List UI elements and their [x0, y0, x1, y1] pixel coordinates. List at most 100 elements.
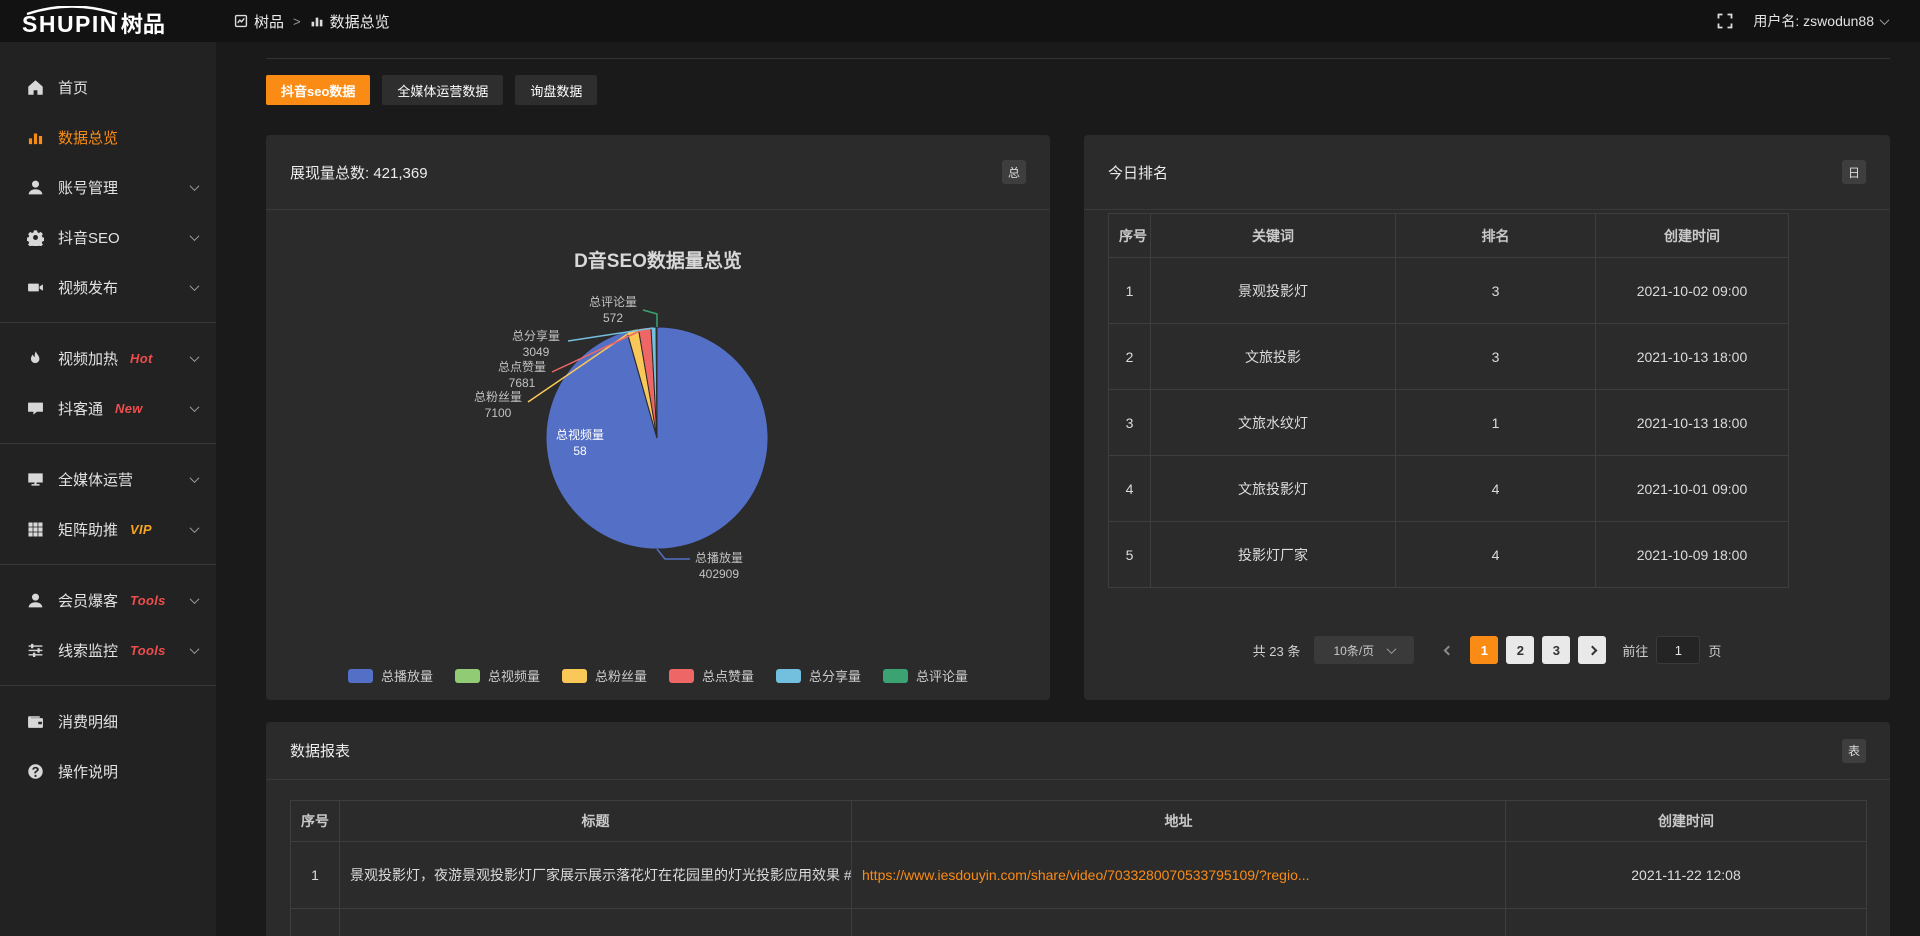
tab-抖音seo数据[interactable]: 抖音seo数据	[266, 75, 370, 105]
table-row: 1景观投影灯32021-10-02 09:00	[1109, 258, 1789, 324]
page-button-3[interactable]: 3	[1542, 636, 1570, 664]
pie-label-总评论量: 总评论量572	[589, 294, 637, 326]
legend-label: 总点赞量	[702, 666, 754, 685]
sidebar-item-数据总览[interactable]: 数据总览	[0, 112, 216, 162]
sidebar-item-线索监控[interactable]: 线索监控Tools	[0, 625, 216, 675]
sidebar: 首页数据总览账号管理抖音SEO 视频发布视频加热Hot 抖客通 New 全媒体运营矩阵助…	[0, 42, 216, 936]
sidebar-divider	[0, 564, 216, 565]
pie-label-value: 3049	[512, 344, 560, 360]
cell: 2021-10-02 09:00	[1596, 258, 1789, 324]
pie-label-value: 402909	[695, 566, 743, 582]
legend-label: 总评论量	[916, 666, 968, 685]
next-page-button[interactable]	[1578, 636, 1606, 664]
sidebar-item-label: 操作说明	[58, 761, 118, 782]
pagination: 共 23 条10条/页123前往页	[1084, 636, 1890, 664]
sidebar-item-label: 会员爆客	[58, 590, 118, 611]
sidebar-item-视频加热[interactable]: 视频加热Hot	[0, 333, 216, 383]
chevron-left-icon	[1443, 645, 1453, 655]
question-icon	[26, 763, 44, 780]
table-row: 2文旅投影32021-10-13 18:00	[1109, 324, 1789, 390]
goto-page-input[interactable]	[1656, 636, 1700, 664]
legend-item-总评论量[interactable]: 总评论量	[883, 666, 968, 685]
prev-page-button[interactable]	[1434, 636, 1462, 664]
legend-item-总视频量[interactable]: 总视频量	[455, 666, 540, 685]
legend-swatch	[883, 669, 908, 683]
chevron-down-icon	[190, 594, 200, 604]
chevron-down-icon	[1880, 15, 1890, 25]
day-badge[interactable]: 日	[1842, 160, 1866, 184]
pie-chart: D音SEO数据量总览 总评论量572总分享量3049总点赞量7681总粉丝量71…	[266, 210, 1050, 700]
cell: 4	[1109, 456, 1151, 522]
chevron-down-icon	[190, 402, 200, 412]
sidebar-item-首页[interactable]: 首页	[0, 62, 216, 112]
column-header: 排名	[1396, 214, 1596, 258]
sidebar-item-抖客通[interactable]: 抖客通 New	[0, 383, 216, 433]
pie-label-name: 总视频量	[556, 427, 604, 443]
tab-全媒体运营数据[interactable]: 全媒体运营数据	[382, 75, 503, 105]
cell: 文旅投影灯	[1151, 456, 1396, 522]
pie-label-总点赞量: 总点赞量7681	[498, 359, 546, 391]
fullscreen-icon[interactable]	[1717, 13, 1733, 29]
sidebar-item-tag: VIP	[130, 522, 152, 537]
total-badge[interactable]: 总	[1002, 160, 1026, 184]
tab-询盘数据[interactable]: 询盘数据	[515, 75, 597, 105]
legend-item-总播放量[interactable]: 总播放量	[348, 666, 433, 685]
sidebar-item-tag: Hot	[130, 351, 153, 366]
page-size-select[interactable]: 10条/页	[1314, 636, 1414, 664]
pie-label-总播放量: 总播放量402909	[695, 550, 743, 582]
sidebar-item-账号管理[interactable]: 账号管理	[0, 162, 216, 212]
sidebar-item-会员爆客[interactable]: 会员爆客Tools	[0, 575, 216, 625]
cell: 4	[1396, 456, 1596, 522]
sidebar-item-label: 抖客通	[58, 398, 103, 419]
table-badge[interactable]: 表	[1842, 739, 1866, 763]
sidebar-item-全媒体运营[interactable]: 全媒体运营	[0, 454, 216, 504]
breadcrumb-item-current[interactable]: 数据总览	[310, 11, 390, 32]
video-link[interactable]: https://www.iesdouyin.com/share/video/70…	[862, 867, 1310, 883]
legend-swatch	[348, 669, 373, 683]
page-button-1[interactable]: 1	[1470, 636, 1498, 664]
chevron-right-icon	[1587, 645, 1597, 655]
header-row: 序号标题地址创建时间	[291, 801, 1867, 842]
chevron-down-icon	[190, 523, 200, 533]
cell-url: https://www.iesdouyin.com/share/video/70…	[852, 842, 1506, 909]
cell: 1	[1396, 390, 1596, 456]
sidebar-item-视频发布[interactable]: 视频发布	[0, 262, 216, 312]
user-menu[interactable]: 用户名: zswodun88	[1753, 11, 1888, 31]
sidebar-item-label: 账号管理	[58, 177, 118, 198]
sidebar-item-消费明细[interactable]: 消费明细	[0, 696, 216, 746]
sidebar-item-tag: Tools	[130, 643, 166, 658]
cell: 3	[1396, 324, 1596, 390]
logo-arc	[24, 6, 120, 15]
wallet-icon	[26, 713, 44, 730]
breadcrumb-label: 树品	[254, 11, 284, 32]
sidebar-divider	[0, 443, 216, 444]
column-header: 地址	[852, 801, 1506, 842]
legend-item-总粉丝量[interactable]: 总粉丝量	[562, 666, 647, 685]
sidebar-item-label: 视频发布	[58, 277, 118, 298]
sidebar-divider	[0, 322, 216, 323]
today-ranking-panel: 今日排名 日 序号关键词排名创建时间1景观投影灯32021-10-02 09:0…	[1084, 135, 1890, 700]
report-icon	[234, 14, 248, 28]
sidebar-item-tag: New	[115, 401, 143, 416]
pie-label-总粉丝量: 总粉丝量7100	[474, 389, 522, 421]
sidebar-item-抖音SEO[interactable]: 抖音SEO	[0, 212, 216, 262]
breadcrumb-item-home[interactable]: 树品	[234, 11, 284, 32]
page-button-2[interactable]: 2	[1506, 636, 1534, 664]
sidebar-divider	[0, 685, 216, 686]
cell: 2021-10-13 18:00	[1596, 390, 1789, 456]
page-size-label: 10条/页	[1333, 642, 1374, 659]
sidebar-item-矩阵助推[interactable]: 矩阵助推VIP	[0, 504, 216, 554]
legend-item-总分享量[interactable]: 总分享量	[776, 666, 861, 685]
legend-swatch	[455, 669, 480, 683]
pie-label-name: 总播放量	[695, 550, 743, 566]
cell: 3	[1396, 258, 1596, 324]
seo-overview-panel: 展现量总数: 421,369 总 D音SEO数据量总览 总评论量572总分享量3…	[266, 135, 1050, 700]
pagination-total: 共 23 条	[1253, 641, 1301, 660]
sidebar-item-操作说明[interactable]: 操作说明	[0, 746, 216, 796]
monitor-icon	[26, 471, 44, 488]
chevron-down-icon	[190, 473, 200, 483]
chevron-down-icon	[190, 644, 200, 654]
cell: 2021-10-01 09:00	[1596, 456, 1789, 522]
legend-item-总点赞量[interactable]: 总点赞量	[669, 666, 754, 685]
label-line	[643, 310, 657, 327]
